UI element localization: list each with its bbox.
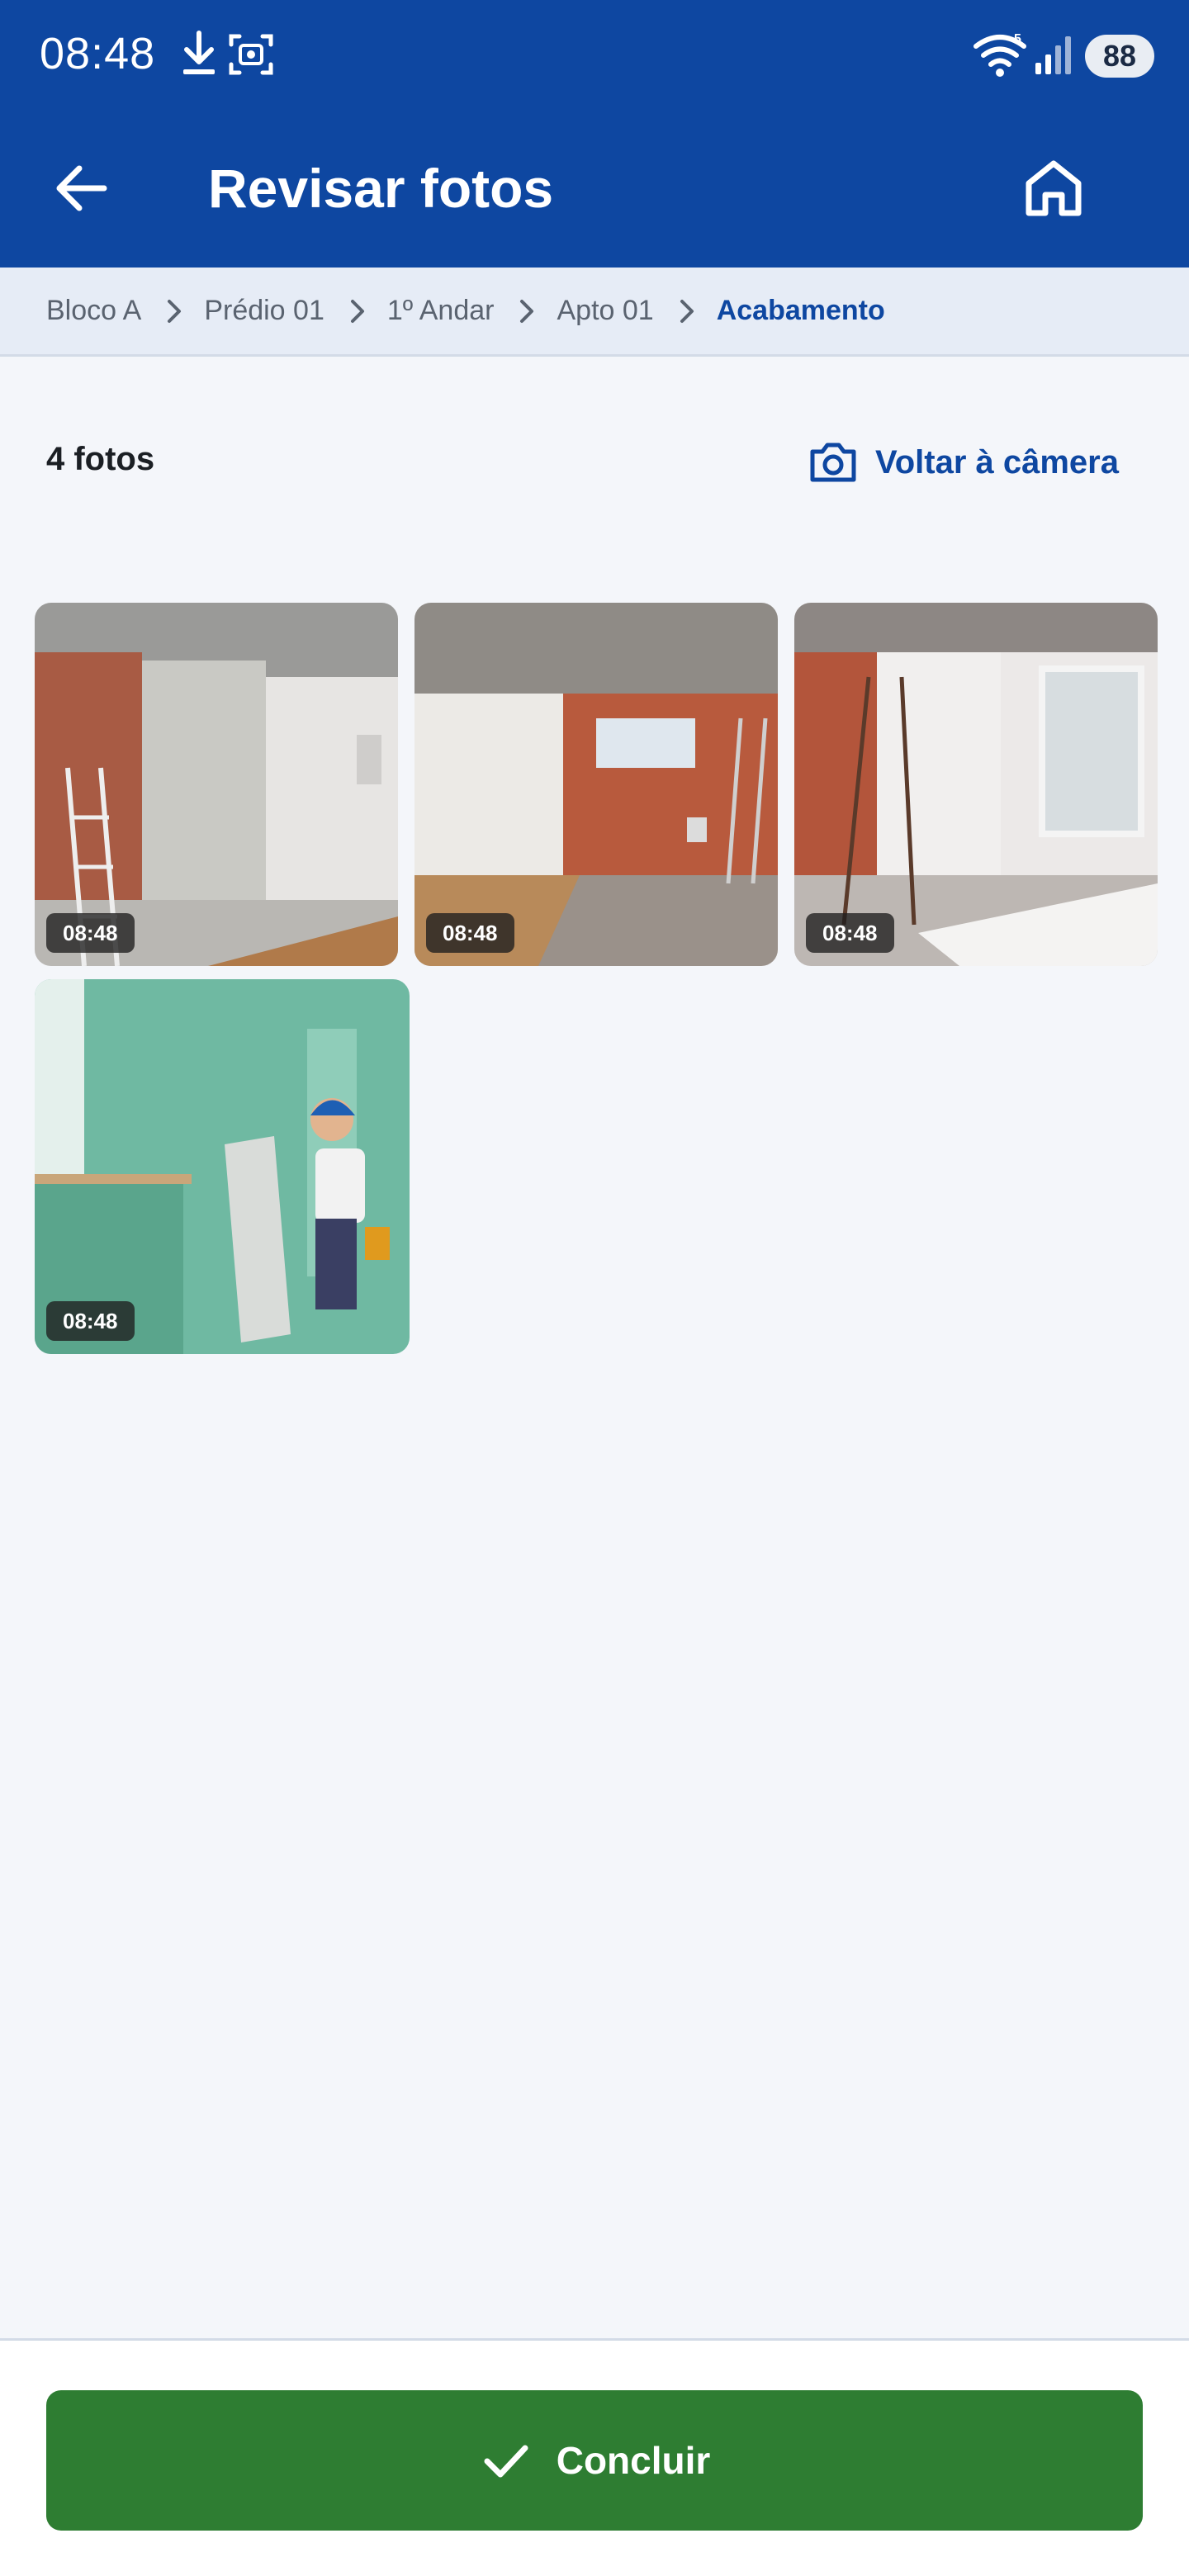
photo-image: [414, 603, 778, 966]
download-icon: [178, 30, 220, 83]
chevron-right-icon: [520, 299, 534, 323]
photo-count: 4 fotos: [46, 441, 155, 477]
photo-thumbnail[interactable]: 08:48: [794, 603, 1158, 966]
photo-timestamp: 08:48: [426, 913, 514, 953]
breadcrumb-item-andar[interactable]: 1º Andar: [387, 295, 495, 327]
page-title: Revisar fotos: [208, 158, 554, 219]
camera-icon: [810, 443, 856, 482]
photo-thumbnail[interactable]: 08:48: [414, 603, 778, 966]
chevron-right-icon: [350, 299, 364, 323]
chevron-right-icon: [168, 299, 182, 323]
photo-timestamp: 08:48: [806, 913, 894, 953]
conclude-label: Concluir: [556, 2439, 711, 2482]
breadcrumb-item-predio[interactable]: Prédio 01: [204, 295, 324, 327]
breadcrumb: Bloco A Prédio 01 1º Andar Apto 01 Acaba…: [0, 268, 1189, 357]
status-time: 08:48: [40, 29, 156, 78]
home-button[interactable]: [1019, 154, 1088, 223]
back-to-camera-label: Voltar à câmera: [875, 443, 1119, 481]
breadcrumb-item-current: Acabamento: [716, 295, 885, 326]
screenshot-icon: [228, 30, 274, 83]
chevron-right-icon: [680, 299, 694, 323]
conclude-button[interactable]: Concluir: [46, 2390, 1143, 2531]
photo-thumbnail[interactable]: 08:48: [35, 979, 410, 1354]
app-header: 08:48 5 88 Revisar fotos: [0, 0, 1189, 268]
photo-timestamp: 08:48: [46, 1301, 135, 1341]
status-bar: 08:48 5 88: [0, 0, 1189, 112]
signal-icon: [1034, 35, 1073, 80]
battery-icon: 88: [1085, 35, 1154, 78]
photo-timestamp: 08:48: [46, 913, 135, 953]
home-icon: [1026, 160, 1082, 216]
arrow-left-icon: [56, 165, 107, 211]
breadcrumb-item-bloco[interactable]: Bloco A: [46, 295, 141, 327]
wifi-icon: 5: [973, 32, 1027, 83]
photo-image: [35, 979, 410, 1354]
photo-image: [794, 603, 1158, 966]
bottom-action-bar: Concluir: [0, 2338, 1189, 2576]
svg-text:5: 5: [1014, 33, 1021, 46]
photo-image: [35, 603, 398, 966]
breadcrumb-item-apto[interactable]: Apto 01: [557, 295, 653, 327]
back-button[interactable]: [50, 155, 116, 221]
back-to-camera-button[interactable]: Voltar à câmera: [806, 433, 1119, 492]
photo-thumbnail[interactable]: 08:48: [35, 603, 398, 966]
check-icon: [484, 2445, 528, 2478]
